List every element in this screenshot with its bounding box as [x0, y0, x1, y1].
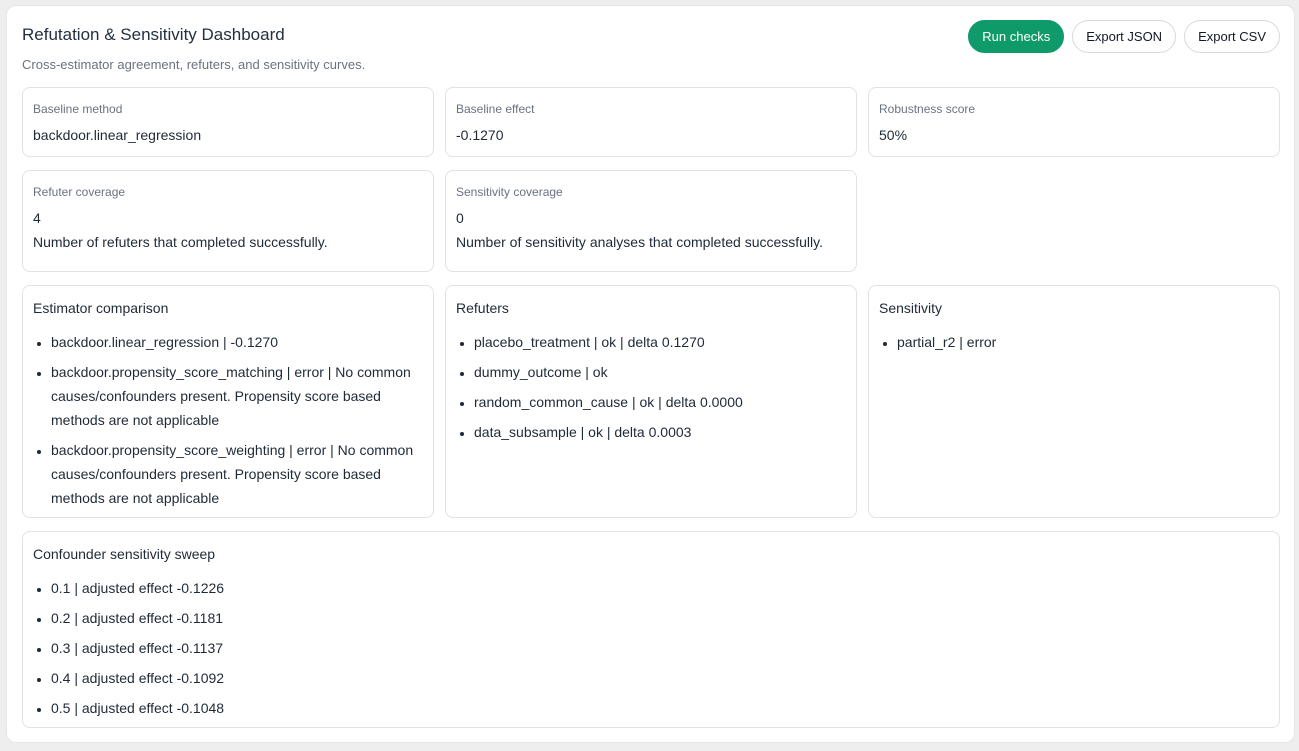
- refuters-title: Refuters: [456, 300, 509, 316]
- robustness-score-label: Robustness score: [879, 102, 976, 116]
- list-item: placebo_treatment | ok | delta 0.1270: [474, 330, 846, 354]
- refuter-coverage-card: Refuter coverage 4 Number of refuters th…: [22, 170, 434, 272]
- sensitivity-coverage-value: 0: [456, 210, 464, 226]
- estimator-comparison-list: backdoor.linear_regression | -0.1270 bac…: [33, 330, 423, 516]
- list-item: partial_r2 | error: [897, 330, 1269, 354]
- sensitivity-list: partial_r2 | error: [879, 330, 1269, 360]
- list-item: backdoor.linear_regression | -0.1270: [51, 330, 423, 354]
- estimator-comparison-title: Estimator comparison: [33, 300, 169, 316]
- list-item: 0.4 | adjusted effect -0.1092: [51, 666, 1269, 690]
- baseline-effect-value: -0.1270: [456, 127, 504, 143]
- robustness-score-value: 50%: [879, 127, 908, 143]
- confounder-sweep-title: Confounder sensitivity sweep: [33, 546, 216, 562]
- list-item: dummy_outcome | ok: [474, 360, 846, 384]
- sensitivity-coverage-description: Number of sensitivity analyses that comp…: [456, 234, 824, 250]
- list-item: 0.1 | adjusted effect -0.1226: [51, 576, 1269, 600]
- confounder-sweep-list: 0.1 | adjusted effect -0.1226 0.2 | adju…: [33, 576, 1269, 726]
- export-csv-button[interactable]: Export CSV: [1184, 20, 1280, 53]
- dashboard-header: Refutation & Sensitivity Dashboard Cross…: [21, 20, 1280, 80]
- export-json-button[interactable]: Export JSON: [1072, 20, 1177, 53]
- confounder-sweep-card: Confounder sensitivity sweep 0.1 | adjus…: [22, 531, 1280, 728]
- refuter-coverage-value: 4: [33, 210, 41, 226]
- sensitivity-coverage-card: Sensitivity coverage 0 Number of sensiti…: [445, 170, 857, 272]
- refuters-list: placebo_treatment | ok | delta 0.1270 du…: [456, 330, 846, 450]
- list-item: random_common_cause | ok | delta 0.0000: [474, 390, 846, 414]
- refuter-coverage-label: Refuter coverage: [33, 185, 126, 199]
- list-item: 0.5 | adjusted effect -0.1048: [51, 696, 1269, 720]
- baseline-effect-label: Baseline effect: [456, 102, 535, 116]
- baseline-method-value: backdoor.linear_regression: [33, 127, 202, 143]
- estimator-comparison-card: Estimator comparison backdoor.linear_reg…: [22, 285, 434, 518]
- baseline-effect-card: Baseline effect -0.1270: [445, 87, 857, 157]
- list-item: 0.3 | adjusted effect -0.1137: [51, 636, 1269, 660]
- list-item: backdoor.propensity_score_weighting | er…: [51, 438, 423, 510]
- robustness-score-card: Robustness score 50%: [868, 87, 1280, 157]
- sensitivity-title: Sensitivity: [879, 300, 943, 316]
- refuters-card: Refuters placebo_treatment | ok | delta …: [445, 285, 857, 518]
- list-item: 0.2 | adjusted effect -0.1181: [51, 606, 1269, 630]
- run-checks-button[interactable]: Run checks: [968, 20, 1065, 53]
- dashboard-panel: Refutation & Sensitivity Dashboard Cross…: [6, 5, 1295, 743]
- baseline-method-label: Baseline method: [33, 102, 123, 116]
- page-subtitle: Cross-estimator agreement, refuters, and…: [22, 57, 366, 72]
- header-actions: Run checks Export JSON Export CSV: [968, 20, 1280, 53]
- refuter-coverage-description: Number of refuters that completed succes…: [33, 234, 328, 250]
- baseline-method-card: Baseline method backdoor.linear_regressi…: [22, 87, 434, 157]
- list-item: data_subsample | ok | delta 0.0003: [474, 420, 846, 444]
- sensitivity-coverage-label: Sensitivity coverage: [456, 185, 563, 199]
- page-title: Refutation & Sensitivity Dashboard: [22, 25, 285, 44]
- list-item: backdoor.propensity_score_matching | err…: [51, 360, 423, 432]
- sensitivity-card: Sensitivity partial_r2 | error: [868, 285, 1280, 518]
